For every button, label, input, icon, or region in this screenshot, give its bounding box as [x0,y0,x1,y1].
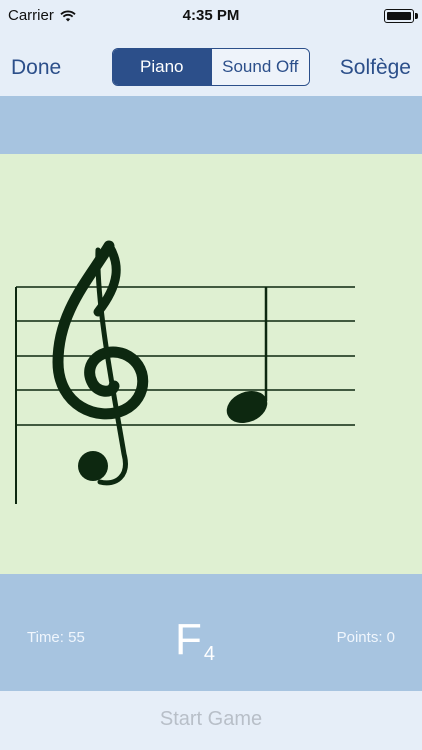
battery-icon [384,9,418,23]
battery-fill [387,12,411,20]
sound-off-segment[interactable]: Sound Off [210,49,309,85]
status-bar: Carrier 4:35 PM [0,0,422,38]
start-game-button[interactable]: Start Game [0,708,422,731]
treble-clef-icon [52,240,149,486]
staff-svg [15,240,355,504]
done-button[interactable]: Done [11,56,61,80]
note-letter: F [175,615,202,664]
note-name-display: F4 [175,615,215,665]
mode-segmented-control: Piano Sound Off [112,48,310,86]
navigation-bar: Done Piano Sound Off Solfège [0,38,422,96]
time-remaining: Time: 55 [27,629,85,646]
solfege-button[interactable]: Solfège [340,56,411,80]
staff-area [0,154,422,574]
points-score: Points: 0 [336,629,395,646]
status-time: 4:35 PM [182,7,240,24]
quarter-note-icon [226,287,268,423]
bottom-bar: Start Game [0,691,422,750]
piano-segment[interactable]: Piano [113,49,211,85]
info-bar: Time: 55 F4 Points: 0 [0,575,422,691]
note-octave: 4 [203,643,216,665]
header-band [0,96,422,154]
